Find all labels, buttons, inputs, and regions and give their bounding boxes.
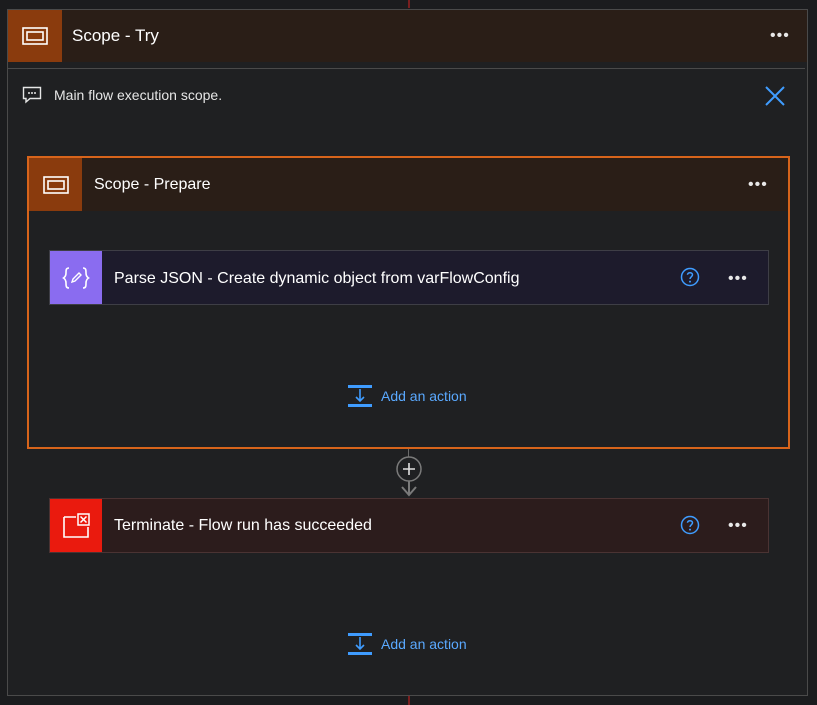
comment-text: Main flow execution scope. [54,87,223,103]
top-connector-line [408,0,410,8]
terminate-title: Terminate - Flow run has succeeded [114,517,372,534]
add-action-outer-label: Add an action [381,636,467,652]
help-icon[interactable] [680,267,700,287]
add-action-outer-button[interactable]: Add an action [347,632,467,656]
help-icon[interactable] [680,515,700,535]
terminate-icon-box [50,499,102,552]
scope-icon [42,175,69,194]
header-divider [8,68,805,69]
scope-icon [22,27,48,45]
comment-row: Main flow execution scope. [22,86,222,104]
add-action-inner-label: Add an action [381,388,467,404]
parse-json-icon-box [50,251,102,304]
terminate-icon [63,512,90,538]
insert-step-button[interactable] [394,455,424,499]
scope-prepare-more-button[interactable]: ••• [748,177,768,193]
scope-prepare-title: Scope - Prepare [94,176,211,193]
add-action-icon [348,633,372,655]
add-action-inner-button[interactable]: Add an action [347,384,467,408]
scope-try-title: Scope - Try [72,26,159,45]
parse-json-icon [62,266,90,289]
close-icon[interactable] [763,84,787,108]
scope-prepare-icon-box [29,158,82,211]
scope-try-icon-box [8,10,62,62]
terminate-more-button[interactable]: ••• [728,518,748,534]
parse-json-more-button[interactable]: ••• [728,271,748,287]
scope-try-more-button[interactable]: ••• [770,28,790,44]
comment-icon [22,86,42,104]
add-action-icon [348,385,372,407]
bottom-connector-line [408,696,410,705]
parse-json-title: Parse JSON - Create dynamic object from … [114,270,520,287]
